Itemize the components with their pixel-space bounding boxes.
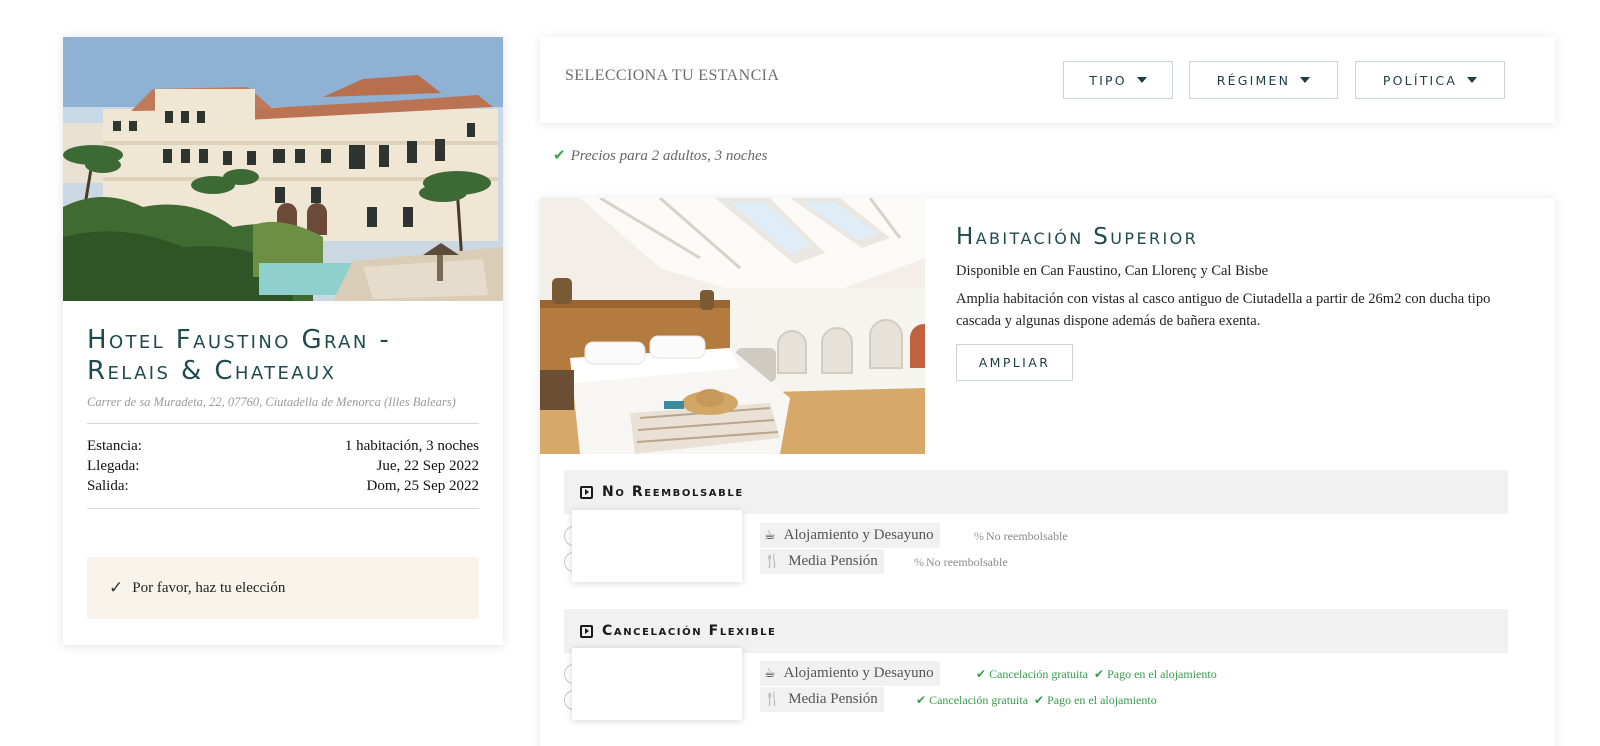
condition-tag: ✔ Pago en el alojamiento: [1094, 667, 1217, 681]
caret-down-icon: [1136, 77, 1147, 83]
condition-tag: ✔ Cancelación gratuita: [916, 693, 1029, 707]
room-card: Habitación Superior Disponible en Can Fa…: [540, 198, 1555, 746]
check-icon: ✔: [976, 667, 987, 681]
stay-label: Llegada:: [87, 458, 140, 474]
cutlery-icon: 🍴: [764, 554, 781, 569]
check-icon: ✔: [553, 148, 566, 164]
price-panel: [572, 510, 742, 582]
rate-conditions: ✔ Cancelación gratuita ✔ Pago en el alojam…: [916, 693, 1157, 708]
filter-label: RÉGIMEN: [1216, 72, 1291, 88]
meal-plan: 🍴 Media Pensión: [760, 549, 884, 574]
stay-label: Estancia:: [87, 438, 142, 454]
stay-label: Salida:: [87, 478, 129, 494]
condition-tag: % No reembolsable: [914, 555, 1008, 569]
stay-selector-bar: SELECCIONA TU ESTANCIA TIPO RÉGIMEN POLÍ…: [540, 37, 1555, 123]
divider: [87, 423, 479, 424]
hotel-name-line-1: Hotel Faustino Gran -: [87, 325, 392, 355]
stay-row-salida: Salida: Dom, 25 Sep 2022: [87, 476, 479, 496]
stay-value: Dom, 25 Sep 2022: [366, 478, 480, 494]
meal-plan-label: Alojamiento y Desayuno: [783, 527, 934, 543]
caret-down-icon: [1467, 77, 1478, 83]
hotel-address: Carrer de sa Muradeta, 22, 07760, Ciutad…: [87, 395, 456, 409]
percent-icon: %: [974, 529, 984, 543]
selector-title: SELECCIONA TU ESTANCIA: [565, 67, 780, 84]
room-availability: Disponible en Can Faustino, Can Llorenç …: [956, 263, 1269, 279]
filter-regimen-button[interactable]: RÉGIMEN: [1189, 61, 1338, 99]
coffee-icon: ☕: [764, 528, 776, 543]
stay-row-llegada: Llegada: Jue, 22 Sep 2022: [87, 456, 479, 476]
hotel-summary-card: Hotel Faustino Gran - Relais & Chateaux …: [63, 37, 503, 645]
prices-note: ✔ Precios para 2 adultos, 3 noches: [553, 146, 768, 165]
choice-prompt: ✓ Por favor, haz tu elección: [87, 557, 479, 619]
room-photo: [540, 198, 925, 454]
hotel-photo: [63, 37, 503, 301]
stay-value: Jue, 22 Sep 2022: [376, 458, 480, 474]
stay-value: 1 habitación, 3 noches: [344, 438, 479, 454]
coffee-icon: ☕: [764, 666, 776, 681]
expand-button[interactable]: AMPLIAR: [956, 344, 1073, 381]
choice-prompt-text: Por favor, haz tu elección: [132, 579, 286, 596]
collapse-toggle-icon: [580, 485, 593, 499]
price-panel: [572, 648, 742, 720]
policy-header-no-reembolsable[interactable]: No Reembolsable: [564, 470, 1508, 514]
check-icon: ✔: [1034, 693, 1045, 707]
meal-plan: ☕ Alojamiento y Desayuno: [760, 661, 940, 686]
meal-plan-label: Media Pensión: [788, 691, 878, 707]
rate-conditions: % No reembolsable: [914, 555, 1008, 570]
hotel-info: Hotel Faustino Gran - Relais & Chateaux …: [87, 325, 479, 509]
hotel-name-line-2: Relais & Chateaux: [87, 356, 337, 386]
filter-politica-button[interactable]: POLÍTICA: [1355, 61, 1505, 99]
check-icon: ✔: [916, 693, 927, 707]
room-info: Habitación Superior Disponible en Can Fa…: [956, 222, 1536, 381]
meal-plan-label: Media Pensión: [788, 553, 878, 569]
policy-title: Cancelación Flexible: [602, 623, 777, 639]
caret-down-icon: [1300, 77, 1311, 83]
divider: [87, 508, 479, 509]
meal-plan: ☕ Alojamiento y Desayuno: [760, 523, 940, 548]
stay-row-estancia: Estancia: 1 habitación, 3 noches: [87, 436, 479, 456]
prices-note-text: Precios para 2 adultos, 3 noches: [570, 148, 768, 164]
condition-tag: ✔ Pago en el alojamiento: [1034, 693, 1157, 707]
filter-tipo-button[interactable]: TIPO: [1063, 61, 1173, 99]
stay-details: Estancia: 1 habitación, 3 noches Llegada…: [87, 436, 479, 496]
rate-conditions: ✔ Cancelación gratuita ✔ Pago en el alojam…: [976, 667, 1217, 682]
policy-header-cancelacion-flexible[interactable]: Cancelación Flexible: [564, 609, 1508, 653]
hotel-name: Hotel Faustino Gran - Relais & Chateaux: [87, 325, 479, 387]
condition-tag: ✔ Cancelación gratuita: [976, 667, 1089, 681]
filter-label: TIPO: [1089, 72, 1127, 88]
room-title: Habitación Superior: [956, 224, 1199, 250]
meal-plan-label: Alojamiento y Desayuno: [783, 665, 934, 681]
check-mark-icon: ✓: [109, 578, 124, 597]
cutlery-icon: 🍴: [764, 692, 781, 707]
policy-title: No Reembolsable: [602, 484, 744, 500]
percent-icon: %: [914, 555, 924, 569]
filter-label: POLÍTICA: [1382, 72, 1458, 88]
rate-conditions: % No reembolsable: [974, 529, 1068, 544]
meal-plan: 🍴 Media Pensión: [760, 687, 884, 712]
condition-tag: % No reembolsable: [974, 529, 1068, 543]
room-description: Amplia habitación con vistas al casco an…: [956, 291, 1491, 329]
collapse-toggle-icon: [580, 624, 593, 638]
check-icon: ✔: [1094, 667, 1105, 681]
